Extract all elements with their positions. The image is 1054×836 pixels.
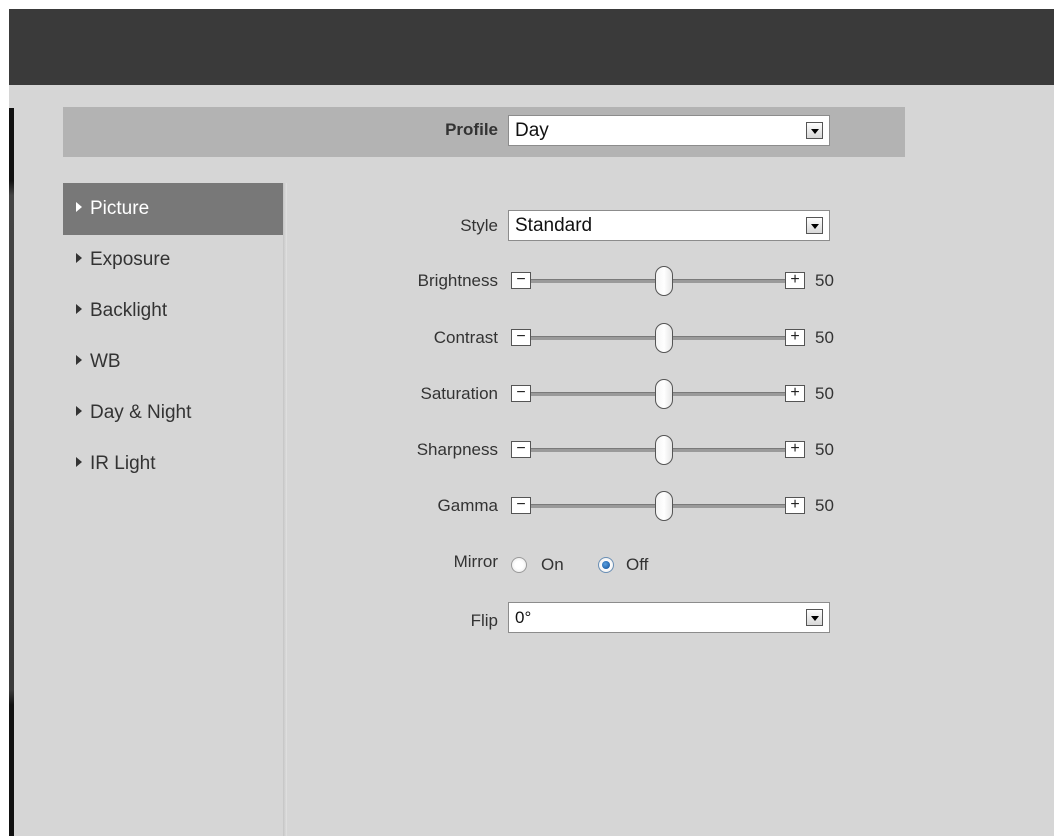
sharpness-decrease-button[interactable]: − [511,441,531,458]
mirror-off-radio[interactable] [598,557,614,573]
gamma-increase-button[interactable]: + [785,497,805,514]
style-select-value: Standard [515,215,593,236]
mirror-label: Mirror [453,552,498,571]
brightness-label: Brightness [417,271,498,290]
chevron-down-icon[interactable] [806,217,823,234]
contrast-slider-thumb[interactable] [655,323,673,353]
nav-item-exposure[interactable]: Exposure [63,233,283,286]
style-label: Style [460,216,498,235]
nav-item-backlight[interactable]: Backlight [63,284,283,337]
top-header-bar [9,9,1054,85]
contrast-increase-button[interactable]: + [785,329,805,346]
nav-item-ir-light[interactable]: IR Light [63,437,283,490]
sharpness-label: Sharpness [416,440,498,459]
flip-label: Flip [470,611,498,630]
chevron-down-icon[interactable] [806,609,823,626]
brightness-increase-button[interactable]: + [785,272,805,289]
brightness-slider-thumb[interactable] [655,266,673,296]
caret-right-icon [76,303,82,314]
style-select[interactable]: Standard [508,210,830,241]
gamma-decrease-button[interactable]: − [511,497,531,514]
saturation-decrease-button[interactable]: − [511,385,531,402]
left-edge-strip [9,108,14,836]
caret-right-icon [76,201,82,212]
nav-item-label: Exposure [90,249,171,270]
gamma-value: 50 [815,496,834,515]
caret-right-icon [76,354,82,365]
mirror-on-label: On [541,555,564,574]
brightness-decrease-button[interactable]: − [511,272,531,289]
nav-item-wb[interactable]: WB [63,335,283,388]
contrast-value: 50 [815,328,834,347]
nav-item-label: WB [90,351,121,372]
profile-select-value: Day [515,120,549,141]
nav-item-picture[interactable]: Picture [63,183,283,235]
caret-right-icon [76,252,82,263]
profile-select[interactable]: Day [508,115,830,146]
contrast-label: Contrast [433,328,498,347]
left-nav: Picture Exposure Backlight WB Day & Nigh… [63,183,283,490]
saturation-label: Saturation [420,384,499,403]
caret-right-icon [76,456,82,467]
flip-select[interactable]: 0° [508,602,830,633]
brightness-value: 50 [815,271,834,290]
sharpness-slider-thumb[interactable] [655,435,673,465]
flip-select-value: 0° [515,608,532,627]
gamma-label: Gamma [437,496,498,515]
saturation-slider-thumb[interactable] [655,379,673,409]
profile-label: Profile [445,120,498,139]
chevron-down-icon[interactable] [806,122,823,139]
nav-item-label: Backlight [90,300,168,321]
sharpness-value: 50 [815,440,834,459]
contrast-decrease-button[interactable]: − [511,329,531,346]
nav-item-day-night[interactable]: Day & Night [63,386,283,439]
caret-right-icon [76,405,82,416]
nav-item-label: IR Light [90,453,156,474]
saturation-increase-button[interactable]: + [785,385,805,402]
nav-item-label: Day & Night [90,402,192,423]
nav-item-label: Picture [90,198,150,219]
saturation-value: 50 [815,384,834,403]
sharpness-increase-button[interactable]: + [785,441,805,458]
gamma-slider-thumb[interactable] [655,491,673,521]
mirror-on-radio[interactable] [511,557,527,573]
mirror-off-label: Off [626,555,649,574]
nav-divider [283,183,287,836]
